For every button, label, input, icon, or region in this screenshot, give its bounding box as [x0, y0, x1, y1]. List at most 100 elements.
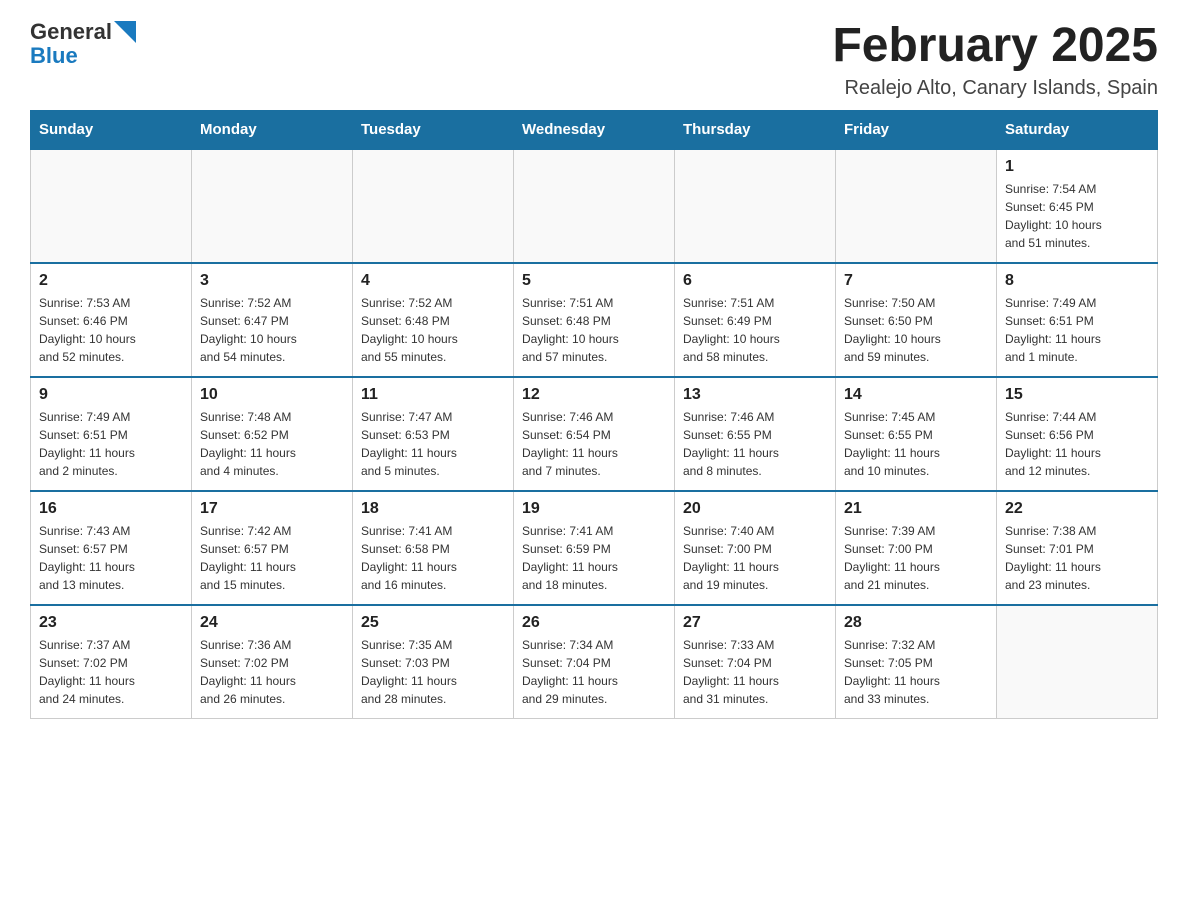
- weekday-header-friday: Friday: [836, 110, 997, 149]
- page-header: General Blue February 2025 Realejo Alto,…: [30, 20, 1158, 100]
- day-number: 22: [1005, 500, 1149, 518]
- day-number: 21: [844, 500, 988, 518]
- calendar-week-row: 1 Sunrise: 7:54 AMSunset: 6:45 PMDaylight…: [31, 149, 1158, 263]
- calendar-cell: 23 Sunrise: 7:37 AMSunset: 7:02 PMDayligh…: [31, 605, 192, 719]
- calendar-cell: 10 Sunrise: 7:48 AMSunset: 6:52 PMDayligh…: [192, 377, 353, 491]
- day-number: 18: [361, 500, 505, 518]
- day-number: 10: [200, 386, 344, 404]
- calendar-cell: 7 Sunrise: 7:50 AMSunset: 6:50 PMDaylight…: [836, 263, 997, 377]
- calendar-cell: 27 Sunrise: 7:33 AMSunset: 7:04 PMDayligh…: [675, 605, 836, 719]
- calendar-cell: [997, 605, 1158, 719]
- calendar-cell: 24 Sunrise: 7:36 AMSunset: 7:02 PMDayligh…: [192, 605, 353, 719]
- calendar-cell: 22 Sunrise: 7:38 AMSunset: 7:01 PMDayligh…: [997, 491, 1158, 605]
- weekday-header-thursday: Thursday: [675, 110, 836, 149]
- weekday-header-sunday: Sunday: [31, 110, 192, 149]
- weekday-header-tuesday: Tuesday: [353, 110, 514, 149]
- day-number: 4: [361, 272, 505, 290]
- calendar-cell: 26 Sunrise: 7:34 AMSunset: 7:04 PMDayligh…: [514, 605, 675, 719]
- day-number: 17: [200, 500, 344, 518]
- calendar-cell: 5 Sunrise: 7:51 AMSunset: 6:48 PMDaylight…: [514, 263, 675, 377]
- calendar-week-row: 16 Sunrise: 7:43 AMSunset: 6:57 PMDayligh…: [31, 491, 1158, 605]
- day-number: 12: [522, 386, 666, 404]
- day-number: 16: [39, 500, 183, 518]
- calendar-table: SundayMondayTuesdayWednesdayThursdayFrid…: [30, 110, 1158, 719]
- day-info: Sunrise: 7:51 AMSunset: 6:48 PMDaylight:…: [522, 294, 666, 366]
- logo-text-general: General: [30, 20, 112, 44]
- day-info: Sunrise: 7:44 AMSunset: 6:56 PMDaylight:…: [1005, 408, 1149, 480]
- day-number: 27: [683, 614, 827, 632]
- day-info: Sunrise: 7:41 AMSunset: 6:59 PMDaylight:…: [522, 522, 666, 594]
- day-info: Sunrise: 7:33 AMSunset: 7:04 PMDaylight:…: [683, 636, 827, 708]
- day-number: 26: [522, 614, 666, 632]
- day-info: Sunrise: 7:43 AMSunset: 6:57 PMDaylight:…: [39, 522, 183, 594]
- calendar-week-row: 23 Sunrise: 7:37 AMSunset: 7:02 PMDayligh…: [31, 605, 1158, 719]
- day-info: Sunrise: 7:52 AMSunset: 6:47 PMDaylight:…: [200, 294, 344, 366]
- day-info: Sunrise: 7:39 AMSunset: 7:00 PMDaylight:…: [844, 522, 988, 594]
- calendar-cell: [192, 149, 353, 263]
- weekday-header-saturday: Saturday: [997, 110, 1158, 149]
- day-number: 3: [200, 272, 344, 290]
- day-info: Sunrise: 7:42 AMSunset: 6:57 PMDaylight:…: [200, 522, 344, 594]
- day-number: 7: [844, 272, 988, 290]
- logo: General Blue: [30, 20, 136, 68]
- calendar-cell: [353, 149, 514, 263]
- day-info: Sunrise: 7:35 AMSunset: 7:03 PMDaylight:…: [361, 636, 505, 708]
- day-info: Sunrise: 7:41 AMSunset: 6:58 PMDaylight:…: [361, 522, 505, 594]
- day-info: Sunrise: 7:50 AMSunset: 6:50 PMDaylight:…: [844, 294, 988, 366]
- calendar-cell: 3 Sunrise: 7:52 AMSunset: 6:47 PMDaylight…: [192, 263, 353, 377]
- day-number: 24: [200, 614, 344, 632]
- logo-text-blue: Blue: [30, 43, 78, 68]
- day-info: Sunrise: 7:38 AMSunset: 7:01 PMDaylight:…: [1005, 522, 1149, 594]
- day-number: 8: [1005, 272, 1149, 290]
- day-info: Sunrise: 7:37 AMSunset: 7:02 PMDaylight:…: [39, 636, 183, 708]
- calendar-week-row: 9Sunrise: 7:49 AMSunset: 6:51 PMDaylight…: [31, 377, 1158, 491]
- calendar-cell: 9Sunrise: 7:49 AMSunset: 6:51 PMDaylight…: [31, 377, 192, 491]
- day-number: 14: [844, 386, 988, 404]
- day-info: Sunrise: 7:46 AMSunset: 6:54 PMDaylight:…: [522, 408, 666, 480]
- calendar-cell: 14 Sunrise: 7:45 AMSunset: 6:55 PMDayligh…: [836, 377, 997, 491]
- day-number: 28: [844, 614, 988, 632]
- calendar-cell: 4 Sunrise: 7:52 AMSunset: 6:48 PMDaylight…: [353, 263, 514, 377]
- weekday-header-monday: Monday: [192, 110, 353, 149]
- calendar-cell: 2 Sunrise: 7:53 AMSunset: 6:46 PMDaylight…: [31, 263, 192, 377]
- day-number: 23: [39, 614, 183, 632]
- day-info: Sunrise: 7:53 AMSunset: 6:46 PMDaylight:…: [39, 294, 183, 366]
- calendar-week-row: 2 Sunrise: 7:53 AMSunset: 6:46 PMDaylight…: [31, 263, 1158, 377]
- calendar-cell: 8 Sunrise: 7:49 AMSunset: 6:51 PMDaylight…: [997, 263, 1158, 377]
- logo-arrow-icon: [114, 21, 136, 43]
- day-info: Sunrise: 7:49 AMSunset: 6:51 PMDaylight:…: [1005, 294, 1149, 366]
- calendar-cell: 15Sunrise: 7:44 AMSunset: 6:56 PMDayligh…: [997, 377, 1158, 491]
- calendar-cell: 18 Sunrise: 7:41 AMSunset: 6:58 PMDayligh…: [353, 491, 514, 605]
- calendar-cell: 25Sunrise: 7:35 AMSunset: 7:03 PMDayligh…: [353, 605, 514, 719]
- day-number: 1: [1005, 158, 1149, 176]
- day-number: 2: [39, 272, 183, 290]
- day-info: Sunrise: 7:51 AMSunset: 6:49 PMDaylight:…: [683, 294, 827, 366]
- calendar-cell: 6Sunrise: 7:51 AMSunset: 6:49 PMDaylight…: [675, 263, 836, 377]
- calendar-body: 1 Sunrise: 7:54 AMSunset: 6:45 PMDaylight…: [31, 149, 1158, 719]
- day-info: Sunrise: 7:49 AMSunset: 6:51 PMDaylight:…: [39, 408, 183, 480]
- calendar-cell: [31, 149, 192, 263]
- calendar-cell: 13Sunrise: 7:46 AMSunset: 6:55 PMDayligh…: [675, 377, 836, 491]
- day-info: Sunrise: 7:48 AMSunset: 6:52 PMDaylight:…: [200, 408, 344, 480]
- day-info: Sunrise: 7:54 AMSunset: 6:45 PMDaylight:…: [1005, 180, 1149, 252]
- calendar-cell: [514, 149, 675, 263]
- day-info: Sunrise: 7:36 AMSunset: 7:02 PMDaylight:…: [200, 636, 344, 708]
- weekday-header-wednesday: Wednesday: [514, 110, 675, 149]
- day-number: 13: [683, 386, 827, 404]
- day-number: 19: [522, 500, 666, 518]
- day-number: 5: [522, 272, 666, 290]
- day-info: Sunrise: 7:40 AMSunset: 7:00 PMDaylight:…: [683, 522, 827, 594]
- calendar-cell: 28Sunrise: 7:32 AMSunset: 7:05 PMDayligh…: [836, 605, 997, 719]
- calendar-cell: 21 Sunrise: 7:39 AMSunset: 7:00 PMDayligh…: [836, 491, 997, 605]
- day-info: Sunrise: 7:45 AMSunset: 6:55 PMDaylight:…: [844, 408, 988, 480]
- day-number: 20: [683, 500, 827, 518]
- day-number: 11: [361, 386, 505, 404]
- calendar-cell: 12 Sunrise: 7:46 AMSunset: 6:54 PMDayligh…: [514, 377, 675, 491]
- calendar-header: SundayMondayTuesdayWednesdayThursdayFrid…: [31, 110, 1158, 149]
- calendar-cell: 17 Sunrise: 7:42 AMSunset: 6:57 PMDayligh…: [192, 491, 353, 605]
- calendar-cell: 1 Sunrise: 7:54 AMSunset: 6:45 PMDaylight…: [997, 149, 1158, 263]
- day-info: Sunrise: 7:47 AMSunset: 6:53 PMDaylight:…: [361, 408, 505, 480]
- location-subtitle: Realejo Alto, Canary Islands, Spain: [832, 77, 1158, 100]
- day-info: Sunrise: 7:34 AMSunset: 7:04 PMDaylight:…: [522, 636, 666, 708]
- day-info: Sunrise: 7:52 AMSunset: 6:48 PMDaylight:…: [361, 294, 505, 366]
